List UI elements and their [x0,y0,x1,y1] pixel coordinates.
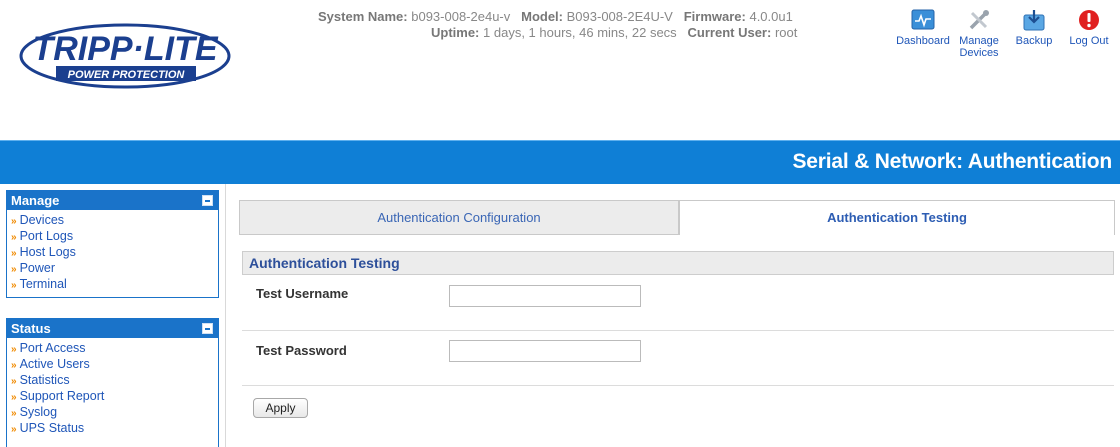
svg-text:POWER PROTECTION: POWER PROTECTION [68,69,186,81]
tab-authentication-testing[interactable]: Authentication Testing [679,200,1115,235]
sidebar-item-terminal[interactable]: » Terminal [11,277,214,293]
sidebar-manage-panel: Manage » Devices » Port Logs » Host Logs » P… [6,190,219,298]
divider [242,385,1114,386]
sidebar-item-ups-status[interactable]: » UPS Status [11,421,214,437]
backup-icon [1023,10,1045,31]
test-password-label: Test Password [256,343,347,358]
tab-divider [239,234,679,235]
sidebar-status-header: Status [7,319,218,338]
sidebar-item-host-logs[interactable]: » Host Logs [11,245,214,261]
dashboard-link[interactable]: Dashboard [893,8,953,47]
logout-link[interactable]: Log Out [1064,8,1114,47]
sidebar-divider [225,184,226,447]
test-username-input[interactable] [449,285,641,307]
section-header: Authentication Testing [242,251,1114,275]
sidebar-item-active-users[interactable]: » Active Users [11,357,214,373]
tools-icon [969,10,989,30]
sidebar-item-devices[interactable]: » Devices [11,213,214,229]
dashboard-icon [911,9,935,30]
divider [242,330,1114,331]
apply-button[interactable]: Apply [253,398,308,418]
manage-devices-link[interactable]: Manage Devices [953,8,1005,59]
page-title: Serial & Network: Authentication [792,150,1112,173]
test-username-label: Test Username [256,286,349,301]
page-title-bar: Serial & Network: Authentication [0,140,1120,184]
sidebar-item-port-logs[interactable]: » Port Logs [11,229,214,245]
sidebar-manage-header: Manage [7,191,218,210]
collapse-icon[interactable] [202,323,213,334]
test-password-input[interactable] [449,340,641,362]
logout-icon [1079,10,1099,30]
sidebar-item-syslog[interactable]: » Syslog [11,405,214,421]
sidebar-item-port-access[interactable]: » Port Access [11,341,214,357]
top-navigation: Dashboard Manage Devices Backup Log Out [0,8,1120,68]
sidebar-status-panel: Status » Port Access » Active Users » Stati… [6,318,219,447]
backup-link[interactable]: Backup [1012,8,1056,47]
sidebar-item-statistics[interactable]: » Statistics [11,373,214,389]
tab-authentication-configuration[interactable]: Authentication Configuration [239,200,679,235]
collapse-icon[interactable] [202,195,213,206]
sidebar-item-support-report[interactable]: » Support Report [11,389,214,405]
sidebar-item-power[interactable]: » Power [11,261,214,277]
